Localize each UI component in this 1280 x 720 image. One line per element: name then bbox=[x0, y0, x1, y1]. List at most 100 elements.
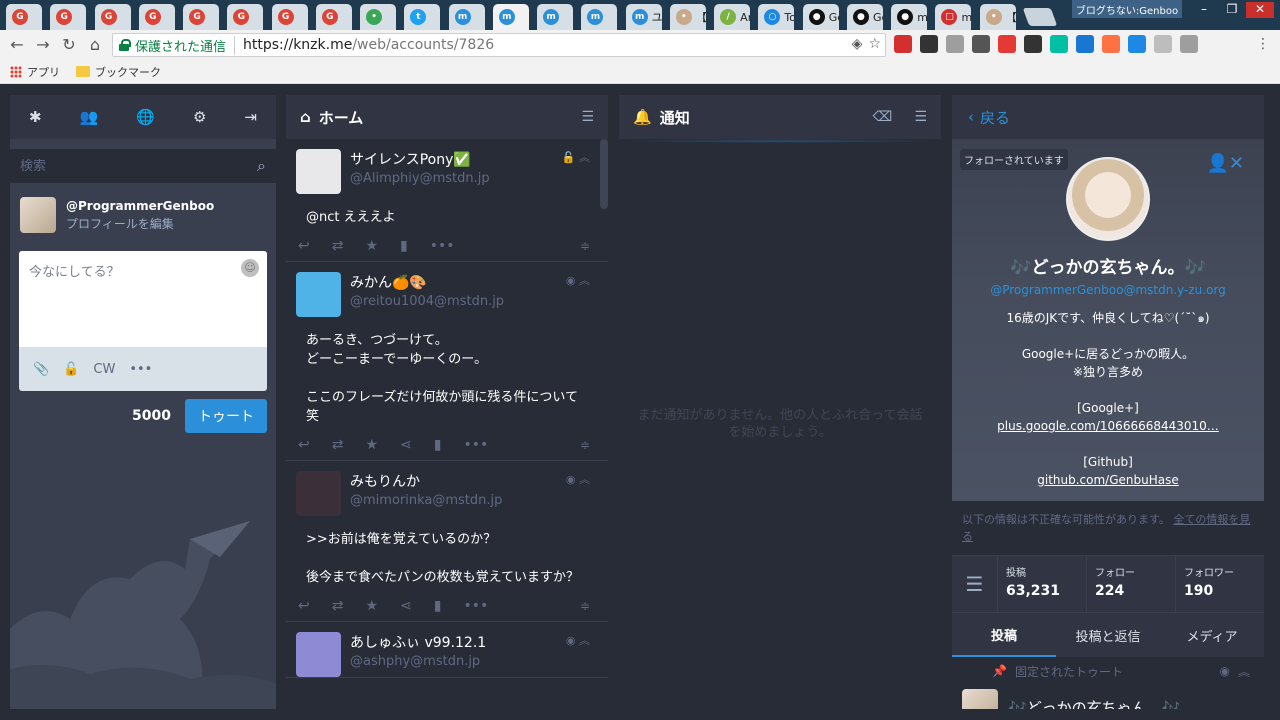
status-avatar[interactable] bbox=[296, 632, 341, 677]
maximize-icon[interactable]: ❐ bbox=[1218, 2, 1246, 18]
chevron-up-icon[interactable]: ︽ bbox=[1238, 663, 1250, 680]
extension-icon[interactable] bbox=[972, 35, 990, 53]
more-icon[interactable]: ••• bbox=[430, 238, 455, 254]
counter-followers[interactable]: フォロワー 190 bbox=[1176, 556, 1264, 612]
favourite-star-icon[interactable]: ★ bbox=[365, 238, 378, 254]
bookmark-icon[interactable]: ▮ bbox=[434, 598, 442, 614]
status-item[interactable]: ◉ ︽ あしゅふぃ v99.12.1 @ashphy@mstdn.jp bbox=[286, 622, 608, 678]
browser-tab[interactable]: G bbox=[183, 4, 220, 30]
emoji-picker-icon[interactable]: ☺ bbox=[241, 259, 259, 277]
extension-icon[interactable] bbox=[894, 35, 912, 53]
browser-tab[interactable]: m bbox=[448, 4, 485, 30]
bookmark-icon[interactable]: ▮ bbox=[434, 437, 442, 453]
browser-tab[interactable]: /Arti bbox=[714, 4, 751, 30]
logout-icon[interactable]: ⇥ bbox=[244, 108, 257, 126]
eye-icon[interactable]: ◈ bbox=[852, 36, 863, 52]
browser-tab[interactable]: □ma bbox=[935, 4, 972, 30]
reply-icon[interactable]: ↩ bbox=[298, 238, 310, 254]
extension-icon[interactable] bbox=[1050, 35, 1068, 53]
bookmark-apps[interactable]: アプリ bbox=[10, 64, 60, 80]
browser-tab[interactable]: ●Ge bbox=[802, 4, 839, 30]
more-icon[interactable]: ••• bbox=[463, 598, 488, 614]
browser-profile-badge[interactable]: ブログちない:Genboo bbox=[1072, 0, 1182, 18]
reload-icon[interactable]: ↻ bbox=[58, 34, 80, 56]
extension-icon[interactable] bbox=[1076, 35, 1094, 53]
browser-tab[interactable]: G bbox=[6, 4, 42, 30]
back-arrow-icon[interactable]: ← bbox=[6, 34, 28, 56]
browser-tab[interactable]: m bbox=[537, 4, 574, 30]
browser-tab[interactable]: •【M bbox=[979, 4, 1016, 30]
browser-tab[interactable]: G bbox=[315, 4, 352, 30]
browser-tab[interactable]: • bbox=[360, 4, 397, 30]
address-bar[interactable]: 保護された通信 https://knzk.me/web/accounts/782… bbox=[112, 33, 886, 57]
browser-tab[interactable]: ●ma bbox=[891, 4, 928, 30]
tab-posts-and-replies[interactable]: 投稿と返信 bbox=[1056, 613, 1160, 657]
status-item[interactable]: ◉ ︽ みもりんか @mimorinka@mstdn.jp >>お前は俺を覚えて… bbox=[286, 461, 608, 622]
profile-avatar[interactable] bbox=[1066, 157, 1150, 241]
extension-icon[interactable] bbox=[1154, 35, 1172, 53]
expand-thread-icon[interactable]: ≑ bbox=[580, 599, 590, 613]
getting-started-icon[interactable]: ✱ bbox=[29, 108, 42, 126]
browser-tab[interactable]: G bbox=[138, 4, 175, 30]
browser-tab[interactable]: m bbox=[492, 4, 529, 30]
local-timeline-icon[interactable]: 👥 bbox=[80, 108, 99, 126]
browser-tab[interactable]: mユー bbox=[625, 4, 662, 30]
notifications-column-header[interactable]: 🔔 通知 ⌫ ☰ bbox=[619, 95, 941, 139]
gplus-link[interactable]: plus.google.com/10666668443010… bbox=[997, 419, 1219, 433]
close-icon[interactable]: ✕ bbox=[1246, 2, 1274, 18]
expand-thread-icon[interactable]: ≑ bbox=[580, 438, 590, 452]
tab-posts[interactable]: 投稿 bbox=[952, 613, 1056, 657]
share-icon[interactable]: ⋖ bbox=[400, 598, 412, 614]
attach-media-icon[interactable]: 📎 bbox=[33, 362, 49, 377]
browser-menu-icon[interactable]: ⋮ bbox=[1256, 36, 1270, 52]
browser-tab[interactable]: G bbox=[227, 4, 264, 30]
status-display-name[interactable]: 🎶どっかの玄ちゃん。🎶 bbox=[1008, 697, 1180, 710]
browser-tab[interactable]: t bbox=[404, 4, 441, 30]
status-corner-icons[interactable]: 🔓 ︽ bbox=[562, 149, 590, 165]
status-avatar[interactable] bbox=[296, 149, 341, 194]
extension-icon[interactable] bbox=[1024, 35, 1042, 53]
status-corner-icons[interactable]: ◉ ︽ bbox=[566, 471, 590, 487]
status-avatar[interactable] bbox=[962, 689, 998, 709]
browser-tab[interactable]: G bbox=[94, 4, 131, 30]
search-icon[interactable]: ⌕ bbox=[257, 156, 266, 176]
browser-tab[interactable]: G bbox=[50, 4, 87, 30]
toot-button[interactable]: トゥート bbox=[185, 399, 267, 433]
browser-tab[interactable]: ○Toc bbox=[758, 4, 795, 30]
boost-icon[interactable]: ⇄ bbox=[332, 238, 344, 254]
eraser-icon[interactable]: ⌫ bbox=[873, 109, 893, 125]
hamburger-menu-icon[interactable]: ☰ bbox=[952, 556, 998, 612]
favourite-star-icon[interactable]: ★ bbox=[365, 437, 378, 453]
compose-textarea[interactable] bbox=[19, 251, 267, 343]
bookmark-folder[interactable]: ブックマーク bbox=[76, 64, 161, 80]
avatar[interactable] bbox=[20, 197, 56, 233]
cw-toggle[interactable]: CW bbox=[93, 362, 115, 377]
extension-icon[interactable] bbox=[1180, 35, 1198, 53]
extension-icon[interactable] bbox=[998, 35, 1016, 53]
federated-timeline-icon[interactable]: 🌐 bbox=[136, 108, 155, 126]
status-display-name[interactable]: みもりんか bbox=[350, 471, 598, 491]
pinned-status-preview[interactable]: 🎶どっかの玄ちゃん。🎶 bbox=[952, 685, 1264, 709]
bookmark-icon[interactable]: ▮ bbox=[400, 238, 408, 254]
extension-icon[interactable] bbox=[1128, 35, 1146, 53]
more-icon[interactable]: ••• bbox=[463, 437, 488, 453]
expand-thread-icon[interactable]: ≑ bbox=[580, 239, 590, 253]
forward-arrow-icon[interactable]: → bbox=[32, 34, 54, 56]
column-settings-icon[interactable]: ☰ bbox=[581, 109, 594, 125]
home-column-header[interactable]: ⌂ ホーム ☰ bbox=[286, 95, 608, 139]
tab-media[interactable]: メディア bbox=[1160, 613, 1264, 657]
browser-tab[interactable]: G bbox=[271, 4, 308, 30]
status-display-name[interactable]: あしゅふぃ v99.12.1 bbox=[350, 632, 598, 652]
github-link[interactable]: github.com/GenbuHase bbox=[1037, 473, 1179, 487]
home-icon[interactable]: ⌂ bbox=[84, 34, 106, 56]
counter-posts[interactable]: 投稿 63,231 bbox=[998, 556, 1087, 612]
status-corner-icons[interactable]: ◉ ︽ bbox=[566, 632, 590, 648]
column-settings-icon[interactable]: ☰ bbox=[914, 109, 927, 125]
status-item[interactable]: 🔓 ︽ サイレンスPony✅ @Alimphiy@mstdn.jp @nct え… bbox=[286, 139, 608, 262]
status-display-name[interactable]: サイレンスPony✅ bbox=[350, 149, 598, 169]
boost-icon[interactable]: ⇄ bbox=[332, 437, 344, 453]
preferences-icon[interactable]: ⚙ bbox=[193, 108, 206, 126]
browser-tab[interactable]: •【Ma bbox=[669, 4, 706, 30]
boost-icon[interactable]: ⇄ bbox=[332, 598, 344, 614]
privacy-unlock-icon[interactable]: 🔓 bbox=[63, 362, 79, 377]
